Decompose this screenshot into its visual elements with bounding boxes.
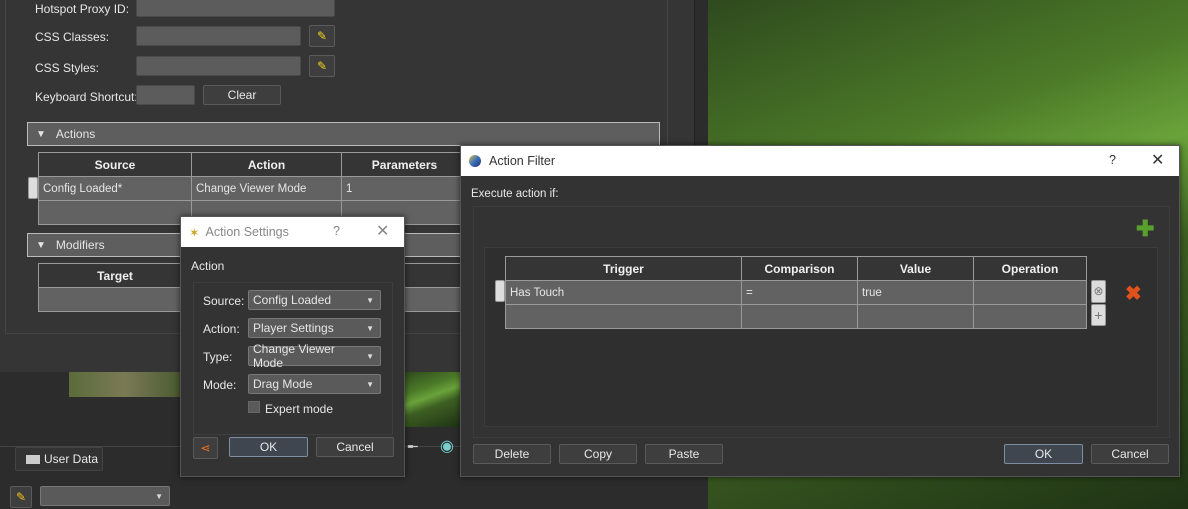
table-row-empty[interactable] (505, 304, 1087, 329)
table-row[interactable]: Has Touch = true (505, 280, 1087, 305)
column-header-trigger[interactable]: Trigger (505, 256, 742, 281)
action-label: Action: (203, 322, 240, 336)
dialog-titlebar: ✶ Action Settings ? ✕ (181, 217, 404, 247)
hotspot-proxy-id-label: Hotspot Proxy ID: (35, 2, 130, 16)
chevron-down-icon: ▼ (366, 323, 374, 333)
cancel-button[interactable]: Cancel (1091, 444, 1169, 464)
id-card-icon (26, 454, 40, 464)
clear-shortcut-button[interactable]: Clear (203, 85, 281, 105)
tag-edit-button[interactable]: ✎ (10, 486, 32, 508)
remove-row-icon[interactable]: ⊗ (1091, 280, 1106, 303)
actions-section-header[interactable]: ▼ Actions (27, 122, 660, 146)
paste-button[interactable]: Paste (645, 444, 723, 464)
tab-user-data[interactable]: User Data (15, 447, 103, 471)
chevron-down-icon: ▼ (366, 379, 374, 389)
preview-strip (69, 372, 181, 397)
cell-value[interactable]: true (857, 280, 974, 305)
chevron-down-icon: ▼ (366, 351, 374, 361)
column-header-parameters[interactable]: Parameters (341, 152, 468, 177)
help-button[interactable]: ? (1109, 153, 1116, 167)
actions-section-label: Actions (55, 127, 96, 141)
row-drag-handle[interactable] (495, 280, 505, 302)
keyboard-shortcut-label: Keyboard Shortcut: (35, 90, 138, 104)
collapse-triangle-icon: ▼ (36, 239, 46, 251)
css-styles-label: CSS Styles: (35, 61, 100, 75)
branch-filter-icon: ⋖ (200, 441, 211, 455)
ok-button[interactable]: OK (1004, 444, 1083, 464)
css-classes-input[interactable] (136, 26, 301, 46)
mode-label: Mode: (203, 378, 237, 392)
css-classes-label: CSS Classes: (35, 30, 110, 44)
row-drag-handle[interactable] (28, 177, 38, 199)
ok-button[interactable]: OK (229, 437, 308, 457)
modifiers-section-label: Modifiers (55, 238, 105, 252)
mode-value: Drag Mode (253, 377, 313, 391)
delete-button[interactable]: Delete (473, 444, 551, 464)
pencil-icon: ✎ (316, 59, 328, 73)
pencil-icon: ✎ (316, 29, 328, 43)
add-filter-icon[interactable]: ✚ (1136, 216, 1154, 242)
filter-table: Trigger Comparison Value Operation Has Touc… (505, 256, 1087, 329)
action-select[interactable]: Player Settings ▼ (248, 318, 381, 338)
column-header-target[interactable]: Target (38, 263, 192, 288)
copy-button[interactable]: Copy (559, 444, 637, 464)
cell-parameters[interactable]: 1 (341, 176, 468, 201)
cell-trigger[interactable]: Has Touch (505, 280, 742, 305)
action-value: Player Settings (253, 321, 334, 335)
action-group-label: Action (191, 259, 225, 273)
actions-table: Source Action Parameters Config Loaded* Cha… (38, 152, 468, 225)
cell-source[interactable]: Config Loaded* (38, 176, 192, 201)
source-label: Source: (203, 294, 245, 308)
cell-action[interactable]: Change Viewer Mode (191, 176, 342, 201)
cell-comparison[interactable]: = (741, 280, 858, 305)
type-select[interactable]: Change Viewer Mode ▼ (248, 342, 381, 370)
cancel-button[interactable]: Cancel (316, 437, 394, 457)
execute-label: Execute action if: (471, 188, 559, 200)
cell-operation[interactable] (973, 280, 1087, 305)
delete-filter-icon[interactable]: ✖ (1125, 281, 1142, 306)
edit-css-classes-button[interactable]: ✎ (309, 25, 335, 47)
dialog-title: Action Settings (205, 225, 289, 239)
column-header-value[interactable]: Value (857, 256, 974, 281)
column-header-comparison[interactable]: Comparison (741, 256, 858, 281)
action-filter-button[interactable]: ⋖ (193, 437, 218, 459)
eye-cone-icon[interactable]: ◉ (440, 436, 454, 456)
ruler-icon[interactable]: ╾ (408, 437, 418, 457)
edit-css-styles-button[interactable]: ✎ (309, 55, 335, 77)
close-icon[interactable]: ✕ (376, 221, 389, 241)
action-filter-dialog: Action Filter ? ✕ Execute action if: ✚ T… (460, 145, 1180, 477)
column-header-action[interactable]: Action (191, 152, 342, 177)
tab-label: User Data (44, 452, 99, 466)
column-header-source[interactable]: Source (38, 152, 192, 177)
dialog-title: Action Filter (489, 154, 555, 168)
chevron-down-icon: ▼ (155, 491, 163, 501)
wizard-icon: ✶ (189, 225, 200, 240)
action-settings-dialog: ✶ Action Settings ? ✕ Action Source: Conf… (180, 216, 405, 477)
chevron-down-icon: ▼ (366, 295, 374, 305)
type-label: Type: (203, 350, 233, 364)
expert-mode-checkbox[interactable] (248, 401, 260, 413)
mode-select[interactable]: Drag Mode ▼ (248, 374, 381, 394)
table-row[interactable]: Config Loaded* Change Viewer Mode 1 (38, 176, 468, 201)
pencil-tag-icon: ✎ (15, 490, 27, 504)
hotspot-proxy-id-input[interactable] (136, 0, 335, 17)
app-logo-icon (469, 155, 481, 167)
close-icon[interactable]: ✕ (1151, 150, 1164, 170)
type-value: Change Viewer Mode (253, 342, 335, 370)
column-header-operation[interactable]: Operation (973, 256, 1087, 281)
help-button[interactable]: ? (333, 224, 340, 238)
keyboard-shortcut-input[interactable] (136, 85, 195, 105)
css-styles-input[interactable] (136, 56, 301, 76)
add-row-icon[interactable]: + (1091, 304, 1106, 326)
preview-strip (404, 372, 460, 427)
source-value: Config Loaded (253, 293, 332, 307)
collapse-triangle-icon: ▼ (36, 128, 46, 140)
expert-mode-label[interactable]: Expert mode (265, 402, 333, 416)
bottom-combo[interactable]: ▼ (40, 486, 170, 506)
source-select[interactable]: Config Loaded ▼ (248, 290, 381, 310)
dialog-titlebar: Action Filter ? ✕ (461, 146, 1179, 176)
